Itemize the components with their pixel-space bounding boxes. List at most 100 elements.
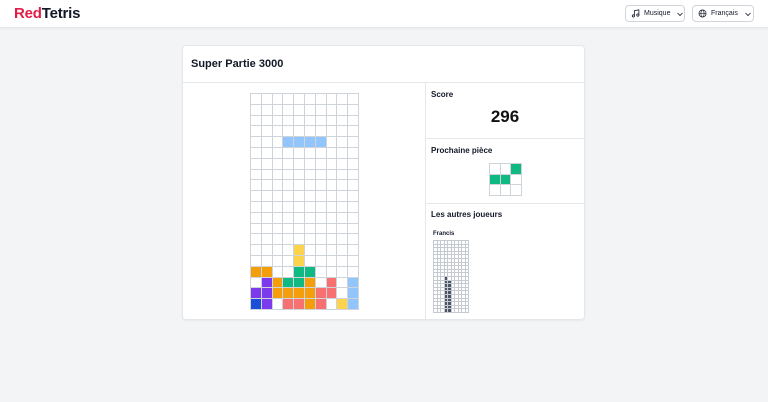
board-cell-empty [337,137,349,148]
next-cell-empty [490,164,501,175]
board-cell-empty [305,180,316,192]
board-cell-empty [272,104,284,116]
board-cell-filled [305,137,316,148]
board-cell-empty [326,299,338,310]
board-cell-filled [272,277,284,289]
board-cell-empty [305,158,316,170]
board-cell-empty [261,212,273,224]
board-cell-empty [283,202,295,213]
board-cell-empty [294,212,305,224]
board-cell-empty [337,223,349,235]
board-cell-empty [315,202,327,213]
board-cell-empty [348,256,359,267]
board-cell-empty [251,212,262,224]
board-cell-empty [326,191,338,202]
board-cell-empty [305,169,316,181]
board-cell-empty [272,169,284,181]
board-cell-empty [315,180,327,192]
board-cell-empty [348,158,359,170]
board-cell-empty [305,234,316,246]
board-cell-empty [272,137,284,148]
board-cell-empty [251,169,262,181]
board-cell-empty [294,94,305,105]
board-cell-filled [348,277,359,289]
board-cell-empty [326,266,338,278]
board-cell-empty [251,191,262,202]
opponent-cell-empty [465,309,469,313]
board-cell-empty [283,245,295,256]
globe-icon [698,9,707,18]
other-players-title: Les autres joueurs [431,210,503,219]
board-cell-empty [294,169,305,181]
board-cell-filled [294,277,305,289]
board-cell-empty [261,115,273,127]
board-cell-empty [337,94,349,105]
board-cell-empty [272,115,284,127]
game-board[interactable] [250,93,359,310]
board-cell-empty [283,94,295,105]
board-cell-empty [326,137,338,148]
board-cell-empty [261,137,273,148]
chevron-down-icon [676,10,684,18]
board-cell-empty [326,234,338,246]
board-cell-filled [305,288,316,300]
chevron-down-icon [744,10,752,18]
board-cell-empty [337,288,349,300]
board-cell-empty [337,256,349,267]
board-cell-empty [305,256,316,267]
board-cell-empty [337,126,349,138]
board-cell-empty [315,158,327,170]
board-cell-empty [261,191,273,202]
divider [426,138,584,139]
board-cell-empty [261,126,273,138]
board-cell-empty [294,126,305,138]
board-cell-empty [251,245,262,256]
board-cell-empty [272,94,284,105]
board-cell-empty [261,202,273,213]
board-cell-filled [337,299,349,310]
game-card: Super Partie 3000 Score 296 Prochaine pi… [182,45,585,320]
music-button[interactable]: Musique [625,5,685,22]
next-cell-filled [490,174,501,186]
board-cell-empty [294,148,305,159]
game-title: Super Partie 3000 [191,58,284,70]
board-cell-empty [251,137,262,148]
board-cell-empty [283,234,295,246]
language-button[interactable]: Français [692,5,754,22]
board-cell-empty [283,180,295,192]
board-cell-empty [348,94,359,105]
app-logo[interactable]: RedTetris [14,5,80,22]
board-cell-empty [337,104,349,116]
board-cell-empty [337,202,349,213]
board-cell-empty [251,180,262,192]
board-cell-empty [283,191,295,202]
board-cell-empty [261,169,273,181]
board-cell-empty [305,126,316,138]
board-cell-empty [261,234,273,246]
board-cell-empty [283,223,295,235]
board-cell-filled [294,256,305,267]
board-cell-empty [337,115,349,127]
board-cell-empty [305,115,316,127]
board-cell-empty [251,115,262,127]
opponent-name: Francis [433,231,455,237]
board-cell-empty [348,266,359,278]
board-cell-empty [337,180,349,192]
board-cell-empty [251,256,262,267]
board-cell-empty [337,277,349,289]
board-cell-empty [272,299,284,310]
opponent-board [433,240,469,313]
board-cell-empty [305,223,316,235]
board-cell-filled [283,299,295,310]
board-cell-filled [348,299,359,310]
board-cell-filled [261,288,273,300]
board-cell-empty [315,169,327,181]
board-cell-empty [283,212,295,224]
board-cell-empty [326,180,338,192]
board-cell-empty [283,104,295,116]
board-cell-empty [337,148,349,159]
board-cell-empty [326,256,338,267]
board-cell-empty [348,180,359,192]
board-cell-filled [294,299,305,310]
board-cell-empty [326,158,338,170]
